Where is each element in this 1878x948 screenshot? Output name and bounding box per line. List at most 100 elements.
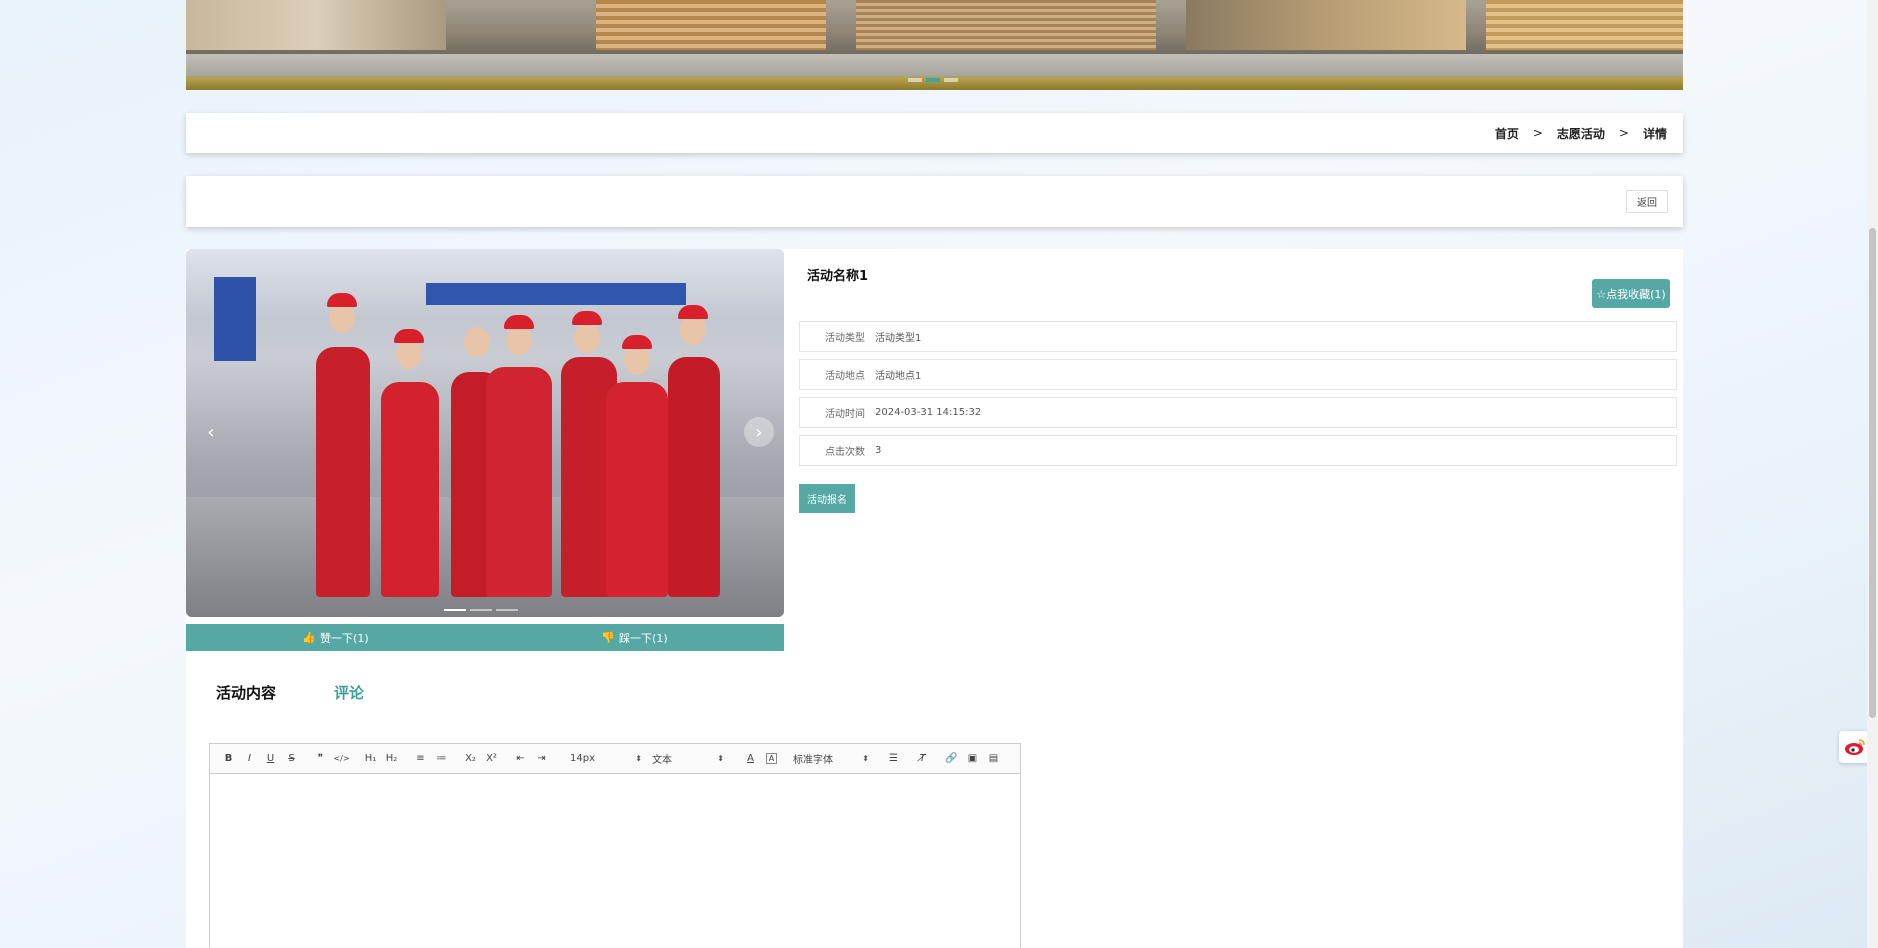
photo-head (680, 315, 706, 345)
banner-building (856, 0, 1156, 50)
photo-person (381, 382, 439, 597)
photo-cap (327, 293, 357, 307)
thumbs-up-icon: 👍 (302, 631, 317, 644)
photo-person (668, 357, 720, 597)
comment-textarea[interactable] (210, 774, 1020, 948)
photo-head (464, 327, 490, 357)
carousel-indicator[interactable] (444, 609, 518, 611)
outdent-button[interactable]: ⇤ (510, 749, 531, 769)
activity-title: 活动名称1 (807, 269, 869, 284)
carousel-dot[interactable] (496, 609, 518, 611)
block-type-select[interactable]: 文本 ⬍ (652, 751, 724, 766)
carousel-dot[interactable] (470, 609, 492, 611)
banner-dot[interactable] (944, 78, 958, 82)
breadcrumb-volunteer[interactable]: 志愿活动 (1557, 125, 1605, 142)
photo-cap (572, 311, 602, 325)
strike-button[interactable]: S (281, 749, 302, 769)
field-row-location: 活动地点 活动地点1 (799, 359, 1677, 390)
bullet-list-button[interactable]: ≔ (431, 749, 452, 769)
banner-building (186, 0, 446, 50)
downvote-button[interactable]: 👎 踩一下(1) (485, 624, 784, 651)
upvote-label: 赞一下(1) (320, 631, 369, 645)
thumbs-down-icon: 👎 (601, 631, 616, 644)
field-label: 点击次数 (825, 447, 865, 458)
image-icon[interactable]: ▣ (962, 749, 983, 769)
font-family-select[interactable]: 标准字体 ⬍ (793, 751, 869, 766)
underline-button[interactable]: U (260, 749, 281, 769)
carousel-prev-arrow[interactable]: ‹ (196, 417, 226, 447)
indent-button[interactable]: ⇥ (531, 749, 552, 769)
field-label: 活动时间 (825, 409, 865, 420)
banner-dot[interactable] (908, 78, 922, 82)
font-size-value: 14px (570, 753, 595, 764)
banner-dot-active[interactable] (926, 78, 940, 82)
block-type-value: 文本 (652, 755, 672, 766)
page-scrollbar[interactable] (1867, 0, 1878, 948)
back-button[interactable]: 返回 (1626, 190, 1668, 213)
clear-format-icon[interactable]: T̸ (912, 749, 933, 769)
subscript-button[interactable]: X₂ (460, 749, 481, 769)
field-label: 活动地点 (825, 371, 865, 382)
photo-cap (622, 335, 652, 349)
bold-button[interactable]: B (218, 749, 239, 769)
link-icon[interactable]: 🔗 (941, 749, 962, 769)
vote-bar: 👍 赞一下(1) 👎 踩一下(1) (186, 624, 784, 651)
photo-sign (214, 277, 256, 361)
photo-head (574, 323, 600, 353)
tab-comments[interactable]: 评论 (334, 682, 364, 703)
align-icon[interactable]: ☰ (883, 749, 904, 769)
banner-indicator[interactable] (908, 78, 958, 82)
back-bar: 返回 (186, 176, 1683, 227)
breadcrumb-current: 详情 (1642, 126, 1667, 141)
weibo-icon (1845, 739, 1865, 755)
upvote-button[interactable]: 👍 赞一下(1) (186, 624, 485, 651)
background-color-icon[interactable]: A (766, 753, 777, 764)
breadcrumb: 首页 > 志愿活动 > 详情 (186, 113, 1683, 153)
activity-detail: ‹ › 👍 赞一下(1) 👎 踩一下(1) 活动名称1 ☆点我收藏(1) 活动类… (186, 249, 1683, 948)
field-value: 3 (875, 445, 882, 456)
font-color-icon[interactable]: A (740, 749, 761, 769)
select-arrow-icon: ⬍ (635, 754, 642, 763)
code-block-button[interactable]: </> (331, 749, 352, 769)
breadcrumb-home[interactable]: 首页 (1495, 125, 1519, 142)
activity-fields: 活动类型 活动类型1 活动地点 活动地点1 活动时间 2024-03-31 14… (799, 321, 1677, 473)
superscript-button[interactable]: X² (481, 749, 502, 769)
video-icon[interactable]: ▤ (983, 749, 1004, 769)
banner-building (1486, 0, 1683, 50)
photo-person (606, 382, 668, 597)
breadcrumb-separator: > (1532, 126, 1543, 140)
detail-tabs: 活动内容 评论 (216, 682, 364, 703)
font-family-value: 标准字体 (793, 755, 833, 766)
photo-head (506, 325, 532, 355)
scrollbar-thumb[interactable] (1869, 228, 1876, 718)
field-row-time: 活动时间 2024-03-31 14:15:32 (799, 397, 1677, 428)
signup-button[interactable]: 活动报名 (799, 484, 855, 513)
downvote-label: 踩一下(1) (619, 631, 668, 645)
carousel-dot-active[interactable] (444, 609, 466, 611)
banner-building (1186, 0, 1466, 50)
photo-head (329, 303, 355, 333)
blockquote-button[interactable]: ❞ (310, 749, 331, 769)
photo-cap (678, 305, 708, 319)
italic-button[interactable]: I (239, 749, 260, 769)
ordered-list-button[interactable]: ≡ (410, 749, 431, 769)
field-value: 2024-03-31 14:15:32 (875, 407, 982, 418)
field-value: 活动类型1 (875, 333, 922, 344)
image-carousel[interactable]: ‹ › (186, 249, 784, 617)
breadcrumb-separator: > (1618, 126, 1629, 140)
select-arrow-icon: ⬍ (717, 754, 724, 763)
font-size-select[interactable]: 14px ⬍ (570, 753, 642, 764)
carousel-next-arrow[interactable]: › (744, 417, 774, 447)
favorite-button[interactable]: ☆点我收藏(1) (1592, 279, 1670, 308)
heading2-button[interactable]: H₂ (381, 749, 402, 769)
select-arrow-icon: ⬍ (862, 754, 869, 763)
field-label: 活动类型 (825, 333, 865, 344)
comment-editor: B I U S ❞ </> H₁ H₂ ≡ ≔ X₂ X² ⇤ ⇥ 14px ⬍… (209, 743, 1021, 948)
field-value: 活动地点1 (875, 371, 922, 382)
photo-head (396, 339, 422, 369)
banner-building (596, 0, 826, 50)
photo-sign (426, 283, 686, 305)
banner-road (186, 54, 1683, 76)
tab-content[interactable]: 活动内容 (216, 682, 276, 703)
heading1-button[interactable]: H₁ (360, 749, 381, 769)
